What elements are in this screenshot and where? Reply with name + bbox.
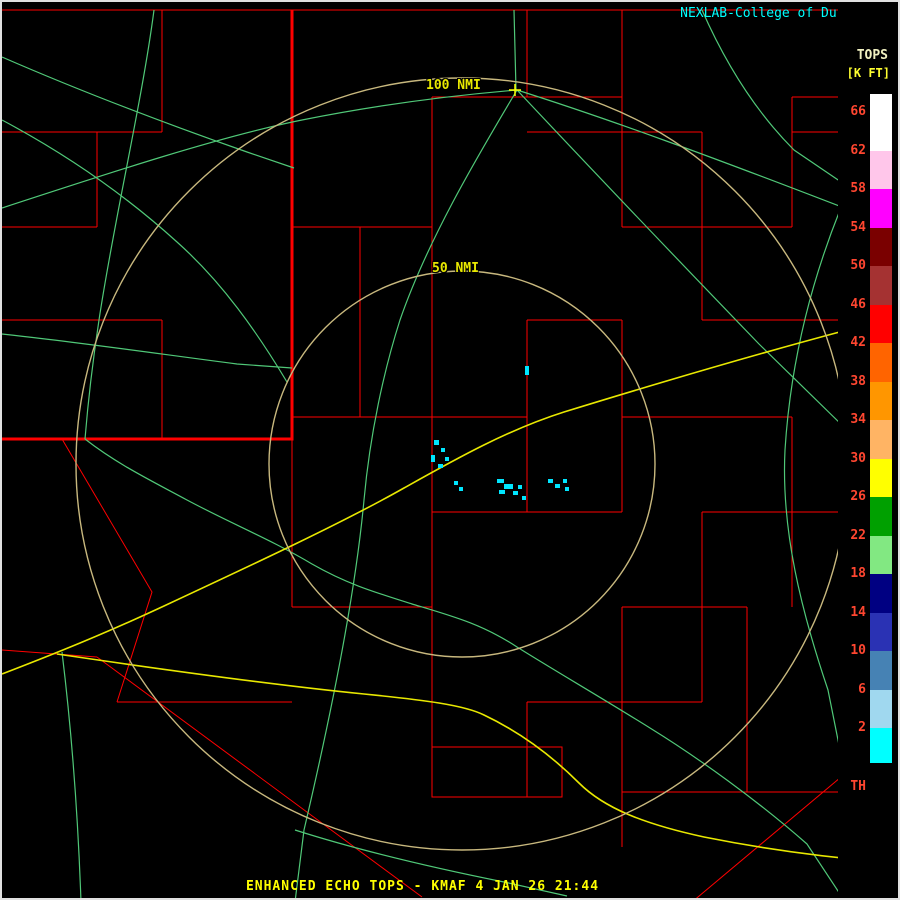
legend-label: 62 xyxy=(850,142,866,158)
outer-range-ring-label: 100 NMI xyxy=(426,78,481,93)
legend-color-block xyxy=(870,574,892,613)
legend-color-block xyxy=(870,189,892,228)
color-scale: 66 62 58 54 50 46 42 38 34 30 26 22 18 14 10 6 2 TH xyxy=(838,2,898,898)
legend-color-block xyxy=(870,343,892,382)
roads-rivers xyxy=(2,9,848,898)
radar-echoes xyxy=(431,366,569,500)
radar-display: 100 NMI 50 NMI NEXLAB-College of DuPage … xyxy=(0,0,900,900)
legend-label: 10 xyxy=(850,643,866,658)
legend-color-block xyxy=(870,689,892,728)
legend-label: 2 xyxy=(858,720,866,735)
legend-color-block xyxy=(870,535,892,574)
radar-map xyxy=(2,9,885,898)
legend-label: 66 xyxy=(850,104,866,119)
legend-color-block xyxy=(870,420,892,459)
legend-label: 30 xyxy=(850,450,866,466)
legend-color-block xyxy=(870,728,892,763)
legend-label: 22 xyxy=(850,527,866,543)
state-border xyxy=(2,10,294,441)
legend-label: 50 xyxy=(850,258,866,273)
range-rings xyxy=(75,77,849,851)
color-scale-title: TOPS xyxy=(856,48,888,63)
legend-label: 14 xyxy=(850,604,866,620)
legend-color-block xyxy=(870,458,892,497)
legend-label: 26 xyxy=(850,489,866,504)
highways xyxy=(2,329,885,863)
city-marker xyxy=(509,84,521,96)
legend-label: 38 xyxy=(850,373,866,389)
color-scale-units: [K FT] xyxy=(846,66,890,80)
legend-color-block xyxy=(870,112,892,151)
legend-color-block xyxy=(870,497,892,536)
legend-color-block xyxy=(870,150,892,189)
legend-label: 46 xyxy=(850,296,866,312)
legend-color-block xyxy=(870,266,892,305)
legend-label: 34 xyxy=(850,412,866,427)
legend-label: 58 xyxy=(850,181,866,196)
legend-label: 18 xyxy=(850,566,866,581)
legend-label: 54 xyxy=(850,219,866,235)
legend-label: TH xyxy=(850,779,866,794)
legend-label: 6 xyxy=(858,681,866,697)
legend-color-block xyxy=(870,612,892,651)
status-bar: ENHANCED ECHO TOPS - KMAF 4 JAN 26 21:44 xyxy=(245,879,600,894)
legend-color-block xyxy=(870,304,892,343)
inner-range-ring-label: 50 NMI xyxy=(432,261,479,276)
legend-color-block xyxy=(870,381,892,420)
county-boundaries xyxy=(2,9,848,898)
legend-color-block xyxy=(870,651,892,690)
legend-color-block xyxy=(870,227,892,266)
legend-color-block xyxy=(870,94,892,112)
legend-label: 42 xyxy=(850,335,866,350)
